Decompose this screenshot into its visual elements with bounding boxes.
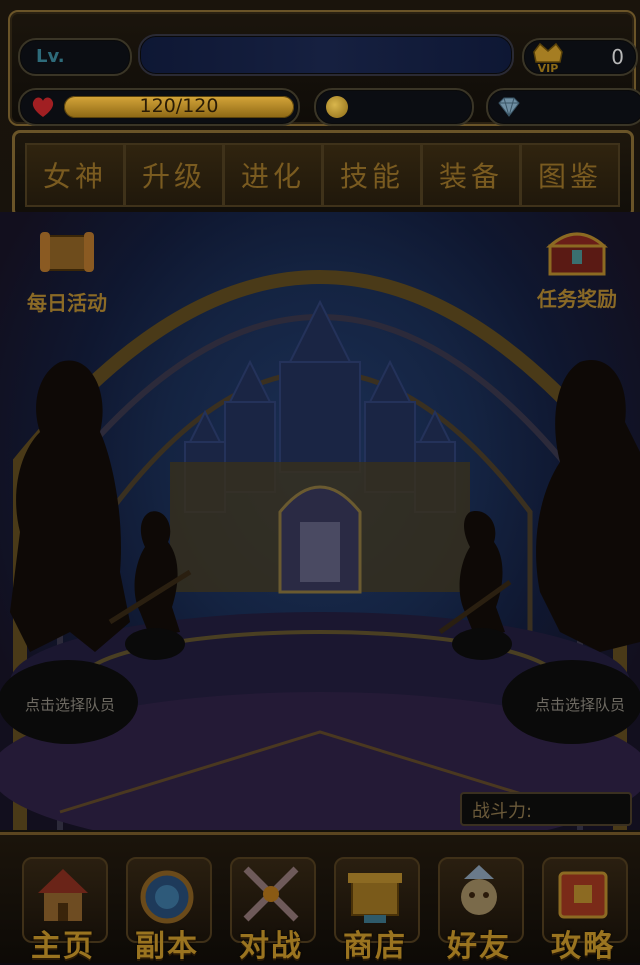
nav-home[interactable]: 主页 [18, 849, 108, 964]
tab-equipment[interactable]: 装备 [421, 143, 521, 207]
select-member-right[interactable]: 点击选择队员 [510, 694, 640, 715]
nav-shop-label: 商店 [343, 929, 407, 964]
status-bar: Lv. VIP 0 120/120 [8, 10, 640, 126]
coin-icon [326, 96, 348, 118]
vip-level: 0 [611, 45, 624, 69]
svg-text:VIP: VIP [538, 62, 559, 74]
heart-icon [32, 97, 54, 117]
daily-activity-label: 每日活动 [27, 291, 107, 315]
vip-display[interactable]: VIP 0 [522, 38, 638, 76]
tab-skills[interactable]: 技能 [322, 143, 422, 207]
quest-reward-button[interactable]: 任务奖励 [522, 222, 632, 312]
tab-gallery[interactable]: 图鉴 [520, 143, 620, 207]
select-member-left[interactable]: 点击选择队员 [0, 694, 140, 715]
nav-friends[interactable]: 好友 [434, 849, 524, 964]
combat-power-display: 战斗力: [460, 792, 632, 826]
level-display: Lv. [18, 38, 132, 76]
gold-display [314, 88, 474, 126]
bottom-navigation: 主页 副本 对战 商店 好友 攻略 [0, 832, 640, 964]
nav-dungeon[interactable]: 副本 [122, 849, 212, 964]
quest-reward-label: 任务奖励 [537, 287, 617, 311]
diamond-display [486, 88, 640, 126]
shop-icon [348, 873, 402, 923]
daily-activity-button[interactable]: 每日活动 [12, 226, 122, 316]
house-icon [38, 869, 88, 921]
function-tab-bar: 女神 升级 进化 技能 装备 图鉴 [12, 130, 634, 218]
tab-goddess[interactable]: 女神 [25, 143, 125, 207]
nav-friends-label: 好友 [447, 929, 511, 964]
friend-icon [461, 865, 497, 915]
diamond-icon [498, 97, 520, 117]
nav-battle-label: 对战 [239, 929, 303, 964]
crossed-swords-icon [243, 866, 299, 922]
nav-shop[interactable]: 商店 [330, 849, 420, 964]
treasure-chest-icon [546, 232, 608, 276]
nav-guide-label: 攻略 [551, 929, 615, 964]
scroll-icon [40, 232, 94, 272]
tab-evolve[interactable]: 进化 [223, 143, 323, 207]
nav-guide[interactable]: 攻略 [538, 849, 628, 964]
experience-bar [138, 34, 514, 76]
book-icon [558, 871, 608, 919]
nav-battle[interactable]: 对战 [226, 849, 316, 964]
stamina-value: 120/120 [139, 95, 219, 117]
tab-upgrade[interactable]: 升级 [124, 143, 224, 207]
combat-power-label: 战斗力: [472, 801, 533, 822]
team-scene: 每日活动 任务奖励 [0, 212, 640, 830]
portal-icon [140, 870, 194, 924]
nav-dungeon-label: 副本 [135, 929, 199, 964]
stamina-display: 120/120 [18, 88, 300, 126]
game-screen: Lv. VIP 0 120/120 女神 升级 进化 技能 装备 图鉴 每日活动… [0, 0, 640, 964]
crown-icon: VIP [533, 42, 563, 74]
level-label: Lv. [36, 46, 65, 67]
nav-home-label: 主页 [31, 929, 95, 964]
